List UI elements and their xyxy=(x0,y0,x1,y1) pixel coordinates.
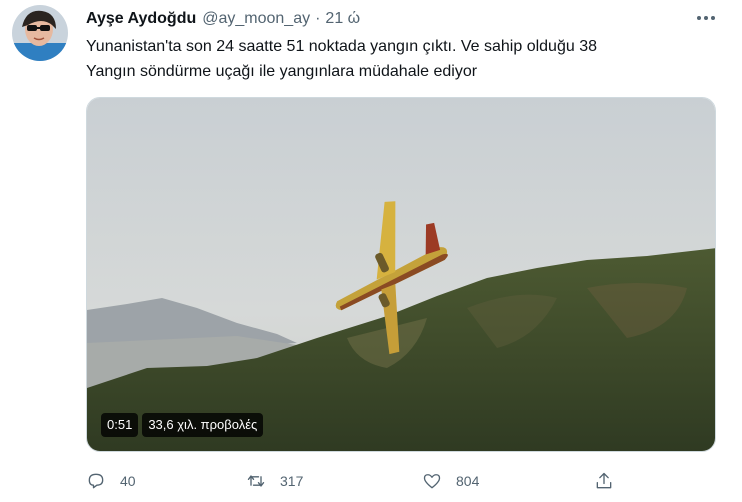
reply-icon xyxy=(88,473,104,489)
display-name[interactable]: Ayşe Aydoğdu xyxy=(86,10,196,28)
share-button[interactable] xyxy=(594,468,614,494)
timestamp[interactable]: 21 ώ xyxy=(325,10,360,28)
video-player[interactable]: 0:51 33,6 χιλ. προβολές xyxy=(86,97,716,452)
video-frame xyxy=(87,98,715,451)
like-button[interactable]: 804 xyxy=(422,468,479,494)
tweet-text-line: Yunanistan'ta son 24 saatte 51 noktada y… xyxy=(86,38,597,55)
tweet-text: Yunanistan'ta son 24 saatte 51 noktada y… xyxy=(86,34,726,84)
video-views: 33,6 χιλ. προβολές xyxy=(142,413,264,437)
tweet-text-line: Yangın söndürme uçağı ile yangınlara müd… xyxy=(86,63,478,80)
retweet-button[interactable]: 317 xyxy=(246,468,303,494)
more-icon[interactable] xyxy=(694,8,718,28)
separator: · xyxy=(315,10,321,27)
avatar[interactable] xyxy=(12,5,68,61)
tweet[interactable]: Ayşe Aydoğdu @ay_moon_ay · 21 ώ Yunanist… xyxy=(0,0,742,502)
reply-count: 40 xyxy=(120,473,136,489)
action-bar: 40 317 804 xyxy=(86,468,726,494)
user-handle[interactable]: @ay_moon_ay xyxy=(202,10,310,28)
tweet-header: Ayşe Aydoğdu @ay_moon_ay · 21 ώ xyxy=(86,8,360,30)
video-badges: 0:51 33,6 χιλ. προβολές xyxy=(101,413,264,437)
heart-icon xyxy=(423,474,441,489)
like-count: 804 xyxy=(456,473,480,489)
video-duration: 0:51 xyxy=(101,413,139,437)
retweet-icon xyxy=(247,475,265,487)
reply-button[interactable]: 40 xyxy=(86,468,136,494)
share-icon xyxy=(596,472,612,489)
retweet-count: 317 xyxy=(280,473,304,489)
